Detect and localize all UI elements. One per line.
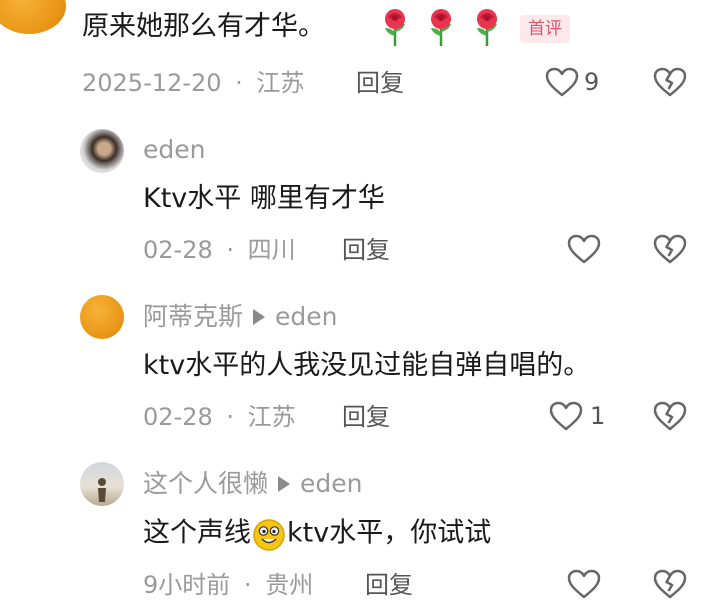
rose-icon [470, 8, 504, 48]
comment-meta: 9小时前 · 贵州 [143, 570, 313, 600]
like-button[interactable] [566, 568, 602, 600]
dislike-button[interactable] [652, 400, 688, 432]
avatar[interactable] [80, 462, 124, 506]
like-count: 9 [584, 68, 600, 96]
avatar[interactable] [0, 0, 66, 34]
reply-button[interactable]: 回复 [365, 570, 413, 600]
dislike-button[interactable] [652, 66, 688, 98]
reply-arrow-icon [278, 476, 291, 492]
heart-icon [566, 233, 602, 265]
comment-author[interactable]: 这个人很懒 [143, 469, 268, 498]
reply-arrow-icon [253, 309, 266, 325]
comment-meta: 02-28 · 江苏 [143, 402, 296, 432]
heart-icon [566, 568, 602, 600]
comment-author[interactable]: 阿蒂克斯 [143, 302, 243, 331]
comment-date: 9小时前 [143, 571, 231, 599]
comment-location: 贵州 [265, 571, 314, 599]
comment-date: 2025-12-20 [82, 69, 222, 97]
reply-to-user[interactable]: eden [300, 469, 362, 498]
smile-icon [251, 516, 287, 552]
comment-author-line: 阿蒂克斯 eden [143, 301, 338, 333]
comment-date: 02-28 [143, 403, 213, 431]
avatar[interactable] [80, 129, 124, 173]
comment-author-line: 这个人很懒 eden [143, 468, 363, 500]
comment-text: 原来她那么有才华。 [82, 11, 325, 42]
comment-location: 江苏 [256, 69, 305, 97]
meta-separator: · [243, 571, 252, 599]
rose-icon [424, 8, 458, 48]
meta-separator: · [235, 69, 243, 97]
like-button[interactable]: 1 [548, 400, 605, 432]
reply-to-user[interactable]: eden [275, 302, 337, 331]
reply-button[interactable]: 回复 [342, 235, 390, 265]
like-button[interactable]: 9 [544, 66, 599, 98]
comment-author[interactable]: eden [143, 134, 205, 166]
comment-date: 02-28 [143, 236, 213, 264]
comment-meta: 02-28 · 四川 [143, 235, 296, 265]
comment-text: ktv水平的人我没见过能自弹自唱的。 [143, 350, 591, 381]
like-count: 1 [590, 402, 606, 430]
rose-icon [378, 8, 412, 48]
reply-button[interactable]: 回复 [342, 402, 390, 432]
comment-location: 江苏 [247, 403, 296, 431]
heart-icon [548, 400, 584, 432]
dislike-button[interactable] [652, 568, 688, 600]
broken-heart-icon [652, 233, 688, 265]
broken-heart-icon [652, 568, 688, 600]
meta-separator: · [226, 403, 235, 431]
comment-meta: 2025-12-20 · 江苏 [82, 68, 304, 98]
broken-heart-icon [652, 400, 688, 432]
reply-button[interactable]: 回复 [356, 68, 404, 98]
comment-text: 这个声线 ktv水平，你试试 [143, 516, 491, 552]
broken-heart-icon [652, 66, 688, 98]
comment-location: 四川 [247, 236, 296, 264]
like-button[interactable] [566, 233, 602, 265]
heart-icon [544, 66, 580, 98]
comment-text: Ktv水平 哪里有才华 [143, 183, 385, 214]
avatar[interactable] [80, 295, 124, 339]
meta-separator: · [226, 236, 235, 264]
dislike-button[interactable] [652, 233, 688, 265]
first-comment-badge: 首评 [520, 15, 570, 43]
